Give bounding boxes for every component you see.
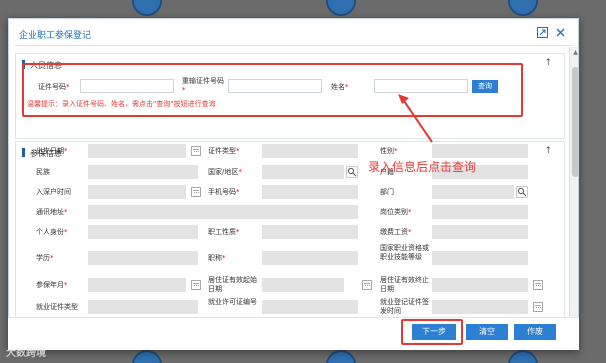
scroll-thumb[interactable] bbox=[572, 67, 578, 177]
residence-end-label: 居住证有效终止日期 bbox=[380, 276, 429, 293]
residence-end-field[interactable] bbox=[432, 278, 528, 292]
education-label: 学历* bbox=[36, 254, 54, 262]
skill-level-field[interactable] bbox=[432, 251, 528, 265]
contribution-wage-label: 缴费工资* bbox=[380, 228, 412, 236]
birth-date-field[interactable] bbox=[88, 144, 186, 158]
ethnicity-field[interactable] bbox=[88, 165, 198, 179]
background-app-icon bbox=[132, 350, 162, 363]
annotation-text: 录入信息后点击查询 bbox=[368, 160, 477, 174]
search-icon[interactable] bbox=[516, 186, 528, 198]
country-region-label: 国家/地区* bbox=[208, 168, 242, 176]
personal-status-label: 个人身份* bbox=[36, 228, 68, 236]
collapse-icon[interactable]: ↑ bbox=[544, 58, 552, 68]
background-app-icon bbox=[508, 0, 538, 16]
scroll-up-icon[interactable]: ▲ bbox=[572, 49, 578, 56]
vertical-scrollbar[interactable]: ▲ ▼ bbox=[569, 47, 578, 343]
employment-cert-type-field[interactable] bbox=[88, 300, 198, 314]
hukou-date-field[interactable] bbox=[88, 185, 186, 199]
employee-nature-label: 职工性质* bbox=[208, 228, 240, 236]
employment-cert-type-label: 就业证件类型 bbox=[36, 303, 78, 311]
calendar-icon[interactable] bbox=[362, 280, 372, 290]
calendar-icon[interactable] bbox=[191, 280, 201, 290]
hukou-date-label: 入深户时间 bbox=[36, 188, 71, 196]
maximize-icon[interactable] bbox=[537, 27, 548, 38]
id-type-field[interactable] bbox=[262, 144, 358, 158]
employee-nature-field[interactable] bbox=[262, 225, 358, 239]
address-field[interactable] bbox=[88, 205, 358, 219]
cancel-button[interactable]: 作废 bbox=[514, 324, 556, 340]
id-type-label: 证件类型* bbox=[208, 147, 240, 155]
calendar-icon[interactable] bbox=[533, 302, 543, 312]
department-label: 部门 bbox=[380, 188, 394, 196]
calendar-icon[interactable] bbox=[191, 146, 201, 156]
employment-reg-time-label: 就业登记证件签发时间 bbox=[380, 298, 429, 315]
dialog-title: 企业职工参保登记 bbox=[19, 31, 92, 41]
gender-label: 性别* bbox=[380, 147, 398, 155]
ethnicity-label: 民族 bbox=[36, 168, 50, 176]
birth-date-label: 出生日期* bbox=[36, 147, 68, 155]
work-permit-label: 就业许可证编号 bbox=[208, 298, 257, 306]
department-field[interactable] bbox=[432, 185, 514, 199]
personal-status-field[interactable] bbox=[88, 225, 198, 239]
search-icon[interactable] bbox=[346, 166, 358, 178]
background-app-icon bbox=[508, 350, 538, 363]
title-label: 职称* bbox=[208, 254, 226, 262]
background-app-icon bbox=[326, 0, 356, 16]
highlight-box-next-button bbox=[401, 319, 463, 345]
calendar-icon[interactable] bbox=[533, 280, 543, 290]
insured-month-field[interactable] bbox=[88, 278, 186, 292]
work-permit-field[interactable] bbox=[262, 300, 358, 314]
residence-start-field[interactable] bbox=[262, 278, 344, 292]
clear-button[interactable]: 清空 bbox=[466, 324, 508, 340]
phone-label: 手机号码* bbox=[208, 188, 240, 196]
country-region-field[interactable] bbox=[262, 165, 344, 179]
employment-reg-time-field[interactable] bbox=[432, 300, 528, 314]
header-divider bbox=[15, 45, 572, 46]
skill-level-label: 国家职业资格或职业技能等级 bbox=[380, 244, 429, 261]
close-icon[interactable] bbox=[555, 27, 566, 38]
background-app-icon bbox=[132, 0, 162, 16]
post-category-field[interactable] bbox=[432, 205, 528, 219]
annotation-arrow-icon bbox=[398, 94, 433, 143]
gender-field[interactable] bbox=[432, 144, 528, 158]
post-category-label: 岗位类别* bbox=[380, 208, 412, 216]
contribution-wage-field[interactable] bbox=[432, 225, 528, 239]
residence-start-label: 居住证有效起始日期 bbox=[208, 276, 257, 293]
title-field[interactable] bbox=[262, 251, 358, 265]
highlight-box-personal-info bbox=[22, 63, 523, 117]
section-marker bbox=[22, 148, 25, 157]
dialog-header: 企业职工参保登记 bbox=[9, 19, 578, 47]
insured-month-label: 参保年月* bbox=[36, 281, 68, 289]
watermark-logo: 大数跨境 bbox=[6, 348, 46, 359]
phone-field[interactable] bbox=[262, 185, 358, 199]
address-label: 通讯地址* bbox=[36, 208, 68, 216]
background-app-icon bbox=[326, 350, 356, 363]
collapse-icon[interactable]: ↑ bbox=[544, 146, 552, 156]
education-field[interactable] bbox=[88, 251, 198, 265]
calendar-icon[interactable] bbox=[191, 187, 201, 197]
